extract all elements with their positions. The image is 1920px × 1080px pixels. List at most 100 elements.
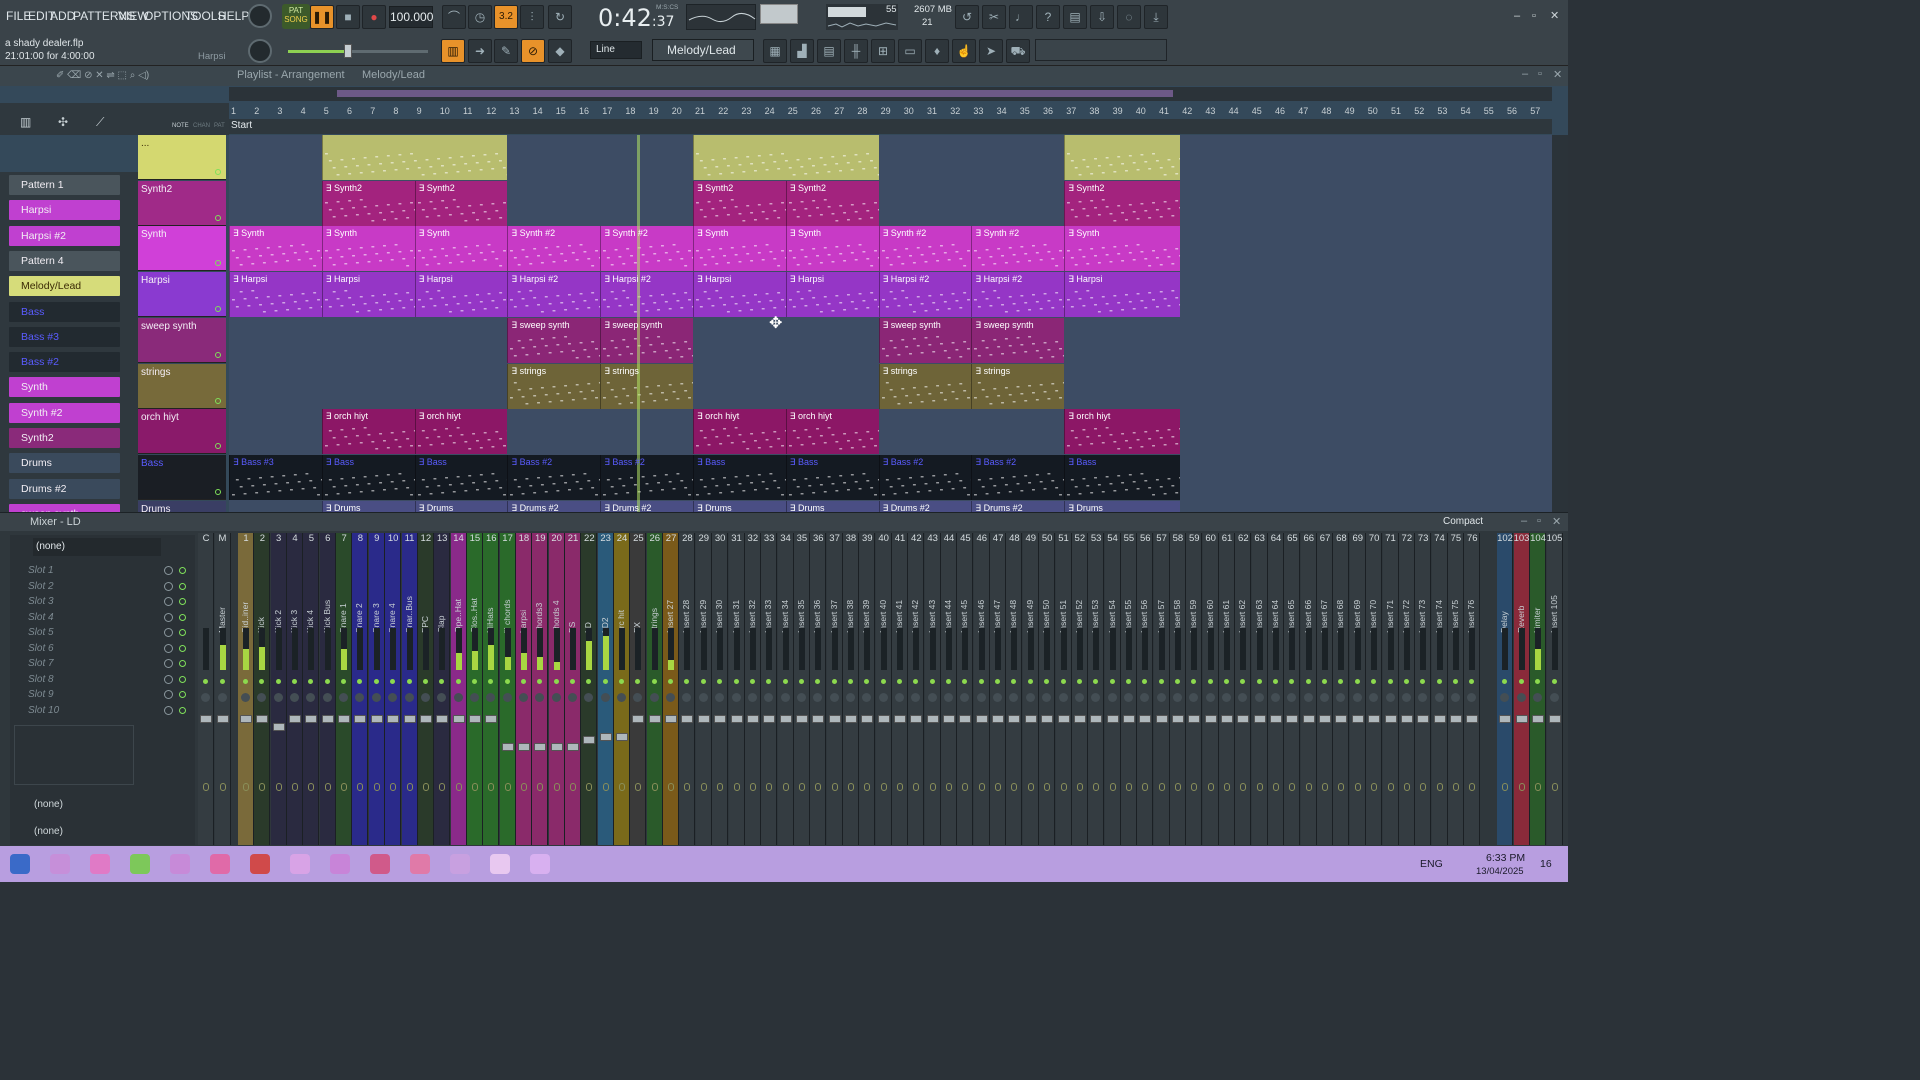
playlist-clip[interactable]: ∃ Synth #2	[507, 226, 601, 272]
eq-in-select[interactable]: (none)	[34, 799, 63, 810]
pan-knob[interactable]	[845, 693, 855, 702]
strip-enable-led[interactable]	[1469, 679, 1475, 684]
pan-knob[interactable]	[1418, 693, 1428, 702]
playlist-clip[interactable]: ∃ Harpsi	[1064, 272, 1181, 318]
strip-enable-led[interactable]	[1011, 679, 1017, 684]
volume-fader[interactable]	[452, 715, 465, 723]
slot-enable-led[interactable]	[179, 567, 186, 574]
playlist-clip[interactable]: ∃ Harpsi #2	[971, 272, 1065, 318]
pan-knob[interactable]	[600, 693, 610, 702]
strip-enable-led[interactable]	[1403, 679, 1409, 684]
pan-knob[interactable]	[764, 693, 774, 702]
file-icon[interactable]: ▭	[898, 39, 922, 63]
volume-fader[interactable]	[812, 715, 825, 723]
track-header[interactable]: Bass	[138, 454, 226, 500]
send-icon[interactable]	[1191, 783, 1198, 791]
volume-fader[interactable]	[1008, 715, 1021, 723]
strip-enable-led[interactable]	[1174, 679, 1180, 684]
strip-enable-led[interactable]	[1502, 679, 1507, 684]
send-icon[interactable]	[1420, 783, 1427, 791]
pan-knob[interactable]	[1385, 693, 1395, 702]
volume-fader[interactable]	[1499, 715, 1511, 723]
mixer-strip[interactable]: 31 Insert 31	[728, 533, 745, 845]
send-icon[interactable]	[897, 783, 903, 791]
volume-fader[interactable]	[200, 715, 212, 723]
playlist-clip[interactable]: ∃ Harpsi	[229, 272, 322, 318]
volume-fader[interactable]	[338, 715, 351, 723]
volume-fader[interactable]	[1237, 715, 1250, 723]
send-icon[interactable]	[1240, 783, 1247, 791]
slot-mix-knob[interactable]	[164, 659, 173, 668]
send-icon[interactable]	[1354, 783, 1361, 791]
app8-icon[interactable]	[450, 854, 470, 874]
pan-knob[interactable]	[715, 693, 725, 702]
pan-knob[interactable]	[698, 693, 708, 702]
volume-fader[interactable]	[321, 715, 334, 723]
pan-knob[interactable]	[960, 693, 970, 702]
pan-knob[interactable]	[388, 693, 398, 702]
scroll-thumb[interactable]	[337, 90, 1173, 97]
mixer-strip[interactable]: 29 Insert 29	[695, 533, 712, 845]
send-icon[interactable]	[1502, 783, 1508, 791]
help-icon[interactable]: ?	[1036, 5, 1060, 29]
playlist-clip[interactable]: ∃ Bass #2	[600, 454, 693, 500]
send-icon[interactable]	[1207, 783, 1214, 791]
strip-enable-led[interactable]	[782, 679, 788, 684]
track-header[interactable]: Synth2	[138, 180, 226, 226]
window-minimize-icon[interactable]: –	[1514, 10, 1520, 22]
volume-fader[interactable]	[943, 715, 956, 723]
send-icon[interactable]	[373, 783, 380, 791]
strip-enable-led[interactable]	[684, 679, 690, 684]
channel-rack-icon[interactable]: ▤	[817, 39, 841, 63]
pan-knob[interactable]	[518, 693, 528, 702]
app4-icon[interactable]	[250, 854, 270, 874]
mixer-strip[interactable]: 14 Ope..Hat	[450, 533, 467, 845]
playlist-clip[interactable]	[321, 135, 508, 180]
playlist-tools-icons[interactable]: ✐ ⌫ ⊘ ✕ ⇌ ⬚ ⌕ ◁)	[56, 70, 206, 82]
mixer-strip[interactable]: 30 Insert 30	[712, 533, 729, 845]
send-icon[interactable]	[1027, 783, 1034, 791]
volume-fader[interactable]	[681, 715, 694, 723]
strip-enable-led[interactable]	[815, 679, 821, 684]
mixer-strip[interactable]: 63 Insert 63	[1251, 533, 1268, 845]
volume-fader[interactable]	[992, 715, 1005, 723]
countdown-icon[interactable]: 3.2	[494, 5, 518, 29]
mixer-icon[interactable]: ╫	[844, 39, 868, 63]
link-icon[interactable]: ⊘	[521, 39, 545, 63]
track-enable-led[interactable]	[215, 443, 221, 450]
pan-knob[interactable]	[1205, 693, 1215, 702]
pan-knob[interactable]	[241, 693, 250, 702]
strip-enable-led[interactable]	[1354, 679, 1360, 684]
track-enable-led[interactable]	[215, 214, 221, 221]
send-icon[interactable]	[798, 783, 805, 791]
picker-item[interactable]: Drums #2	[9, 478, 120, 499]
strip-enable-led[interactable]	[1387, 679, 1393, 684]
playlist-clip[interactable]: ∃ Drums #2	[600, 500, 693, 512]
pan-knob[interactable]	[796, 693, 806, 702]
mixer-strip[interactable]: 54 Insert 54	[1104, 533, 1121, 845]
app7-icon[interactable]	[410, 854, 430, 874]
send-icon[interactable]	[341, 783, 348, 791]
slot-enable-led[interactable]	[179, 598, 186, 605]
playlist-clip[interactable]: ∃ Harpsi #2	[507, 272, 601, 318]
effect-slot[interactable]: Slot 9	[28, 689, 54, 700]
loop-record-icon[interactable]: ↻	[548, 5, 572, 29]
pan-knob[interactable]	[355, 693, 365, 702]
volume-fader[interactable]	[289, 715, 302, 723]
send-icon[interactable]: ➤	[979, 39, 1003, 63]
playlist-clip[interactable]: ∃ Synth2	[1064, 180, 1181, 226]
effect-slot[interactable]: Slot 2	[28, 581, 54, 592]
timeline-ruler[interactable]: 1 2 3 4 5 6 7 8 9 10 11 12 13 14 15 16 17 18 19 20 21 22 23 24 2…	[229, 104, 1552, 118]
playlist-close-icon[interactable]: ✕	[1553, 68, 1562, 81]
mixer-strip[interactable]: 19 chords3	[532, 533, 549, 845]
volume-fader[interactable]	[550, 743, 563, 751]
slot-enable-led[interactable]	[179, 691, 186, 698]
send-icon[interactable]	[1011, 783, 1018, 791]
send-icon[interactable]	[1322, 783, 1329, 791]
playlist-clip[interactable]: ∃ sweep synth	[878, 317, 972, 363]
stamp-icon[interactable]: ◆	[548, 39, 572, 63]
strip-enable-led[interactable]	[749, 679, 755, 684]
mixer-strip[interactable]: 55 Insert 55	[1120, 533, 1137, 845]
mixer-strip[interactable]: 6 Kick Bus	[319, 533, 336, 845]
strip-enable-led[interactable]	[341, 679, 347, 684]
